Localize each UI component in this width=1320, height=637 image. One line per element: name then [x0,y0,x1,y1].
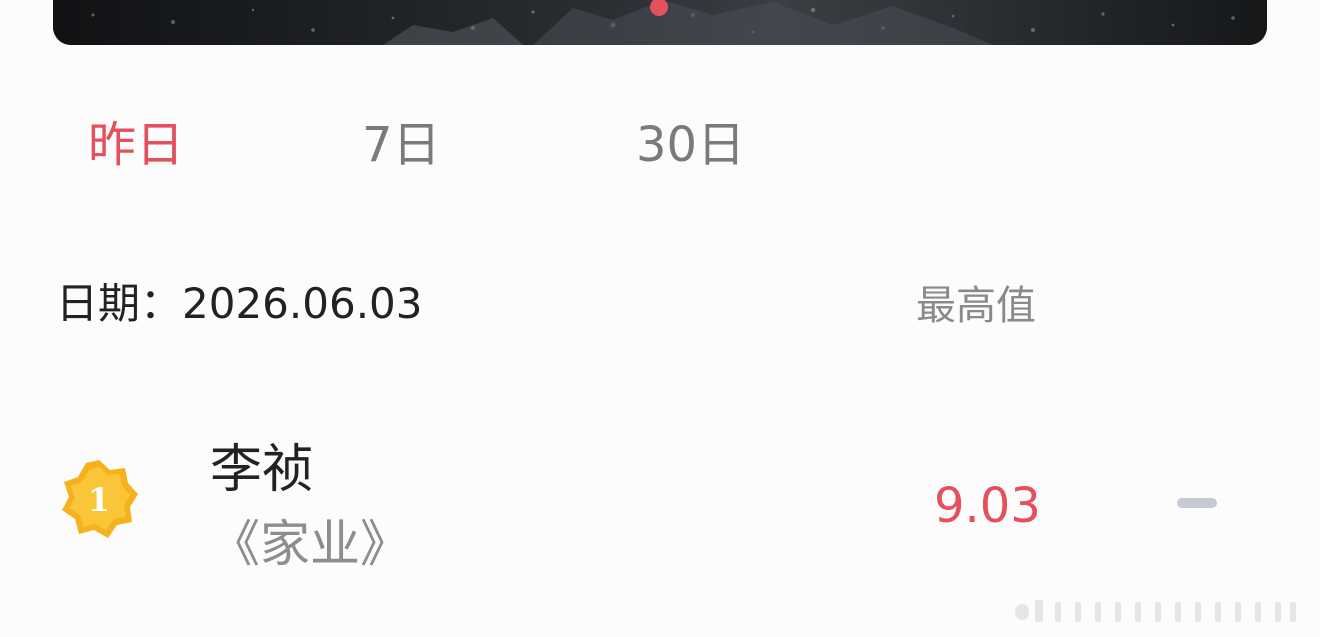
rank-number: 1 [88,481,110,519]
work-title: 《家业》 [210,515,410,573]
dash-icon[interactable] [1177,498,1217,508]
peak-score: 9.03 [934,478,1041,534]
person-name: 李祯 [210,440,315,500]
tab-30-days[interactable]: 30日 [636,112,745,178]
date-line: 日期：2026.06.03 [56,276,423,332]
period-tabs: 昨日 7日 30日 [0,112,1320,182]
rank-badge-icon: 1 [58,458,140,540]
ranking-page: 昨日 7日 30日 日期：2026.06.03 最高值 1 李祯 《家业》 9.… [0,0,1320,637]
date-value: 2026.06.03 [182,279,423,328]
scroll-fade-indicator [1015,596,1300,626]
poster-banner[interactable] [53,0,1267,45]
poster-image [53,0,1267,45]
tab-7-days[interactable]: 7日 [362,112,441,178]
ranking-row[interactable]: 1 李祯 《家业》 9.03 [0,428,1320,588]
tab-yesterday[interactable]: 昨日 [88,112,184,178]
column-header-peak: 最高值 [916,283,1036,329]
date-label: 日期： [56,279,183,328]
